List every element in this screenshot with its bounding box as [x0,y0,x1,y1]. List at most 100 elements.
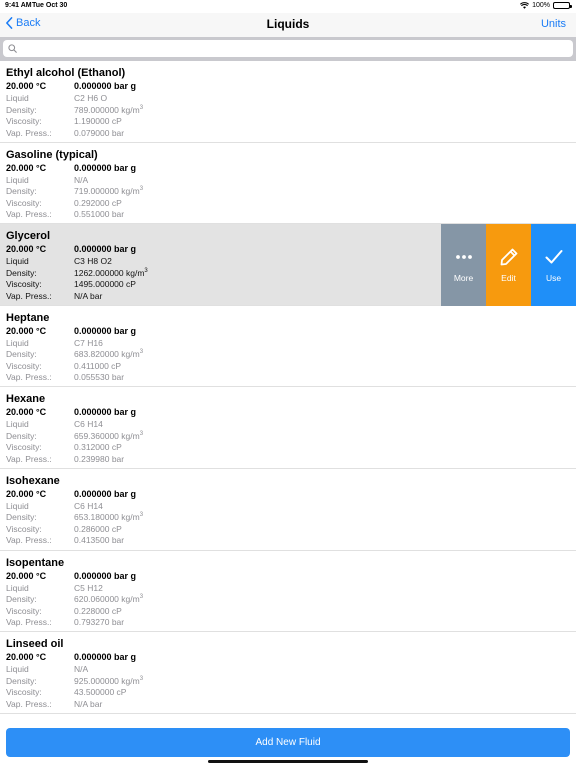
list-item-swiped[interactable]: Glycerol 20.000 °C 0.000000 bar g Liquid… [0,224,576,306]
fluid-formula: C7 H16 [74,337,103,348]
fluid-viscosity: 1495.000000 cP [74,279,136,290]
list-item[interactable]: Ethyl alcohol (Ethanol) 20.000 °C 0.0000… [0,61,576,143]
list-item[interactable]: Linseed oil 20.000 °C 0.000000 bar g Liq… [0,632,576,714]
list-item[interactable]: Hexane 20.000 °C 0.000000 bar g Liquid C… [0,387,576,469]
fluid-density: 719.000000 kg/m3 [74,186,144,197]
fluid-formula: N/A [74,174,89,185]
fluid-pressure: 0.000000 bar g [74,652,137,663]
fluid-viscosity: 1.190000 cP [74,116,122,126]
phase-label: Liquid [6,256,29,267]
vap-press-label: Vap. Press.: [6,372,52,383]
search-box[interactable] [3,40,573,57]
fluid-name: Isopentane [6,556,65,569]
vap-press-label: Vap. Press.: [6,290,52,301]
more-label: More [453,272,474,283]
phase-label: Liquid [6,500,29,511]
fluid-vap-press: 0.055530 bar [74,372,125,383]
fluid-density: 925.000000 kg/m3 [74,675,144,686]
list-item[interactable]: Isohexane 20.000 °C 0.000000 bar g Liqui… [0,468,576,551]
fluid-vap-press: N/A bar [74,698,103,709]
vap-press-label: Vap. Press.: [6,127,52,138]
fluid-name: Gasoline (typical) [6,148,98,161]
fluid-viscosity: 0.312000 cP [74,442,122,453]
viscosity-label: Viscosity: [6,442,42,453]
fluid-temperature: 20.000 °C [6,488,47,499]
fluid-formula: C6 H14 [74,419,103,430]
edit-label: Edit [501,272,516,283]
fluid-temperature: 20.000 °C [6,570,47,581]
units-button[interactable]: Units [541,18,566,30]
fluid-formula: C6 H14 [74,500,103,511]
navigation-bar: Back Liquids Units [0,13,576,37]
density-label: Density: [6,512,37,523]
fluid-viscosity: 0.292000 cP [74,197,122,208]
density-label: Density: [6,594,37,605]
edit-button[interactable]: Edit [486,224,531,306]
density-label: Density: [6,186,37,197]
viscosity-label: Viscosity: [6,116,42,126]
status-right: 100% [520,2,572,9]
fluid-name: Hexane [6,393,46,406]
more-button[interactable]: More [441,224,486,306]
list-item[interactable]: Isopentane 20.000 °C 0.000000 bar g Liqu… [0,550,576,633]
checkmark-icon [545,249,562,264]
density-label: Density: [6,430,37,441]
fluid-name: Heptane [6,311,50,324]
fluid-pressure: 0.000000 bar g [74,325,137,336]
search-bar [0,37,576,61]
viscosity-label: Viscosity: [6,360,42,371]
fluid-pressure: 0.000000 bar g [74,244,137,255]
fluid-name: Isohexane [6,474,60,487]
swipe-actions: More Edit Use [441,224,576,306]
fluid-pressure: 0.000000 bar g [74,81,137,91]
fluid-temperature: 20.000 °C [6,81,47,91]
fluid-vap-press: 0.239980 bar [74,453,125,464]
fluid-density: 683.820000 kg/m3 [74,349,144,360]
search-input[interactable] [21,40,561,57]
use-button[interactable]: Use [531,224,576,306]
status-bar: 9:41 AM Tue Oct 30 100% [0,0,576,13]
wifi-icon [520,2,530,9]
fluid-pressure: 0.000000 bar g [74,162,137,173]
pencil-icon [500,248,517,266]
density-label: Density: [6,349,37,360]
vap-press-label: Vap. Press.: [6,617,52,628]
home-indicator [208,760,368,763]
fluid-density: 620.060000 kg/m3 [74,594,144,605]
fluid-temperature: 20.000 °C [6,325,47,336]
viscosity-label: Viscosity: [6,605,42,616]
list-item[interactable]: Gasoline (typical) 20.000 °C 0.000000 ba… [0,142,576,225]
search-icon [8,44,17,53]
fluid-density: 653.180000 kg/m3 [74,512,144,523]
fluid-list: Ethyl alcohol (Ethanol) 20.000 °C 0.0000… [0,61,576,714]
add-new-fluid-button[interactable]: Add New Fluid [6,728,570,757]
fluid-viscosity: 0.228000 cP [74,605,122,616]
fluid-viscosity: 43.500000 cP [74,687,127,698]
viscosity-label: Viscosity: [6,197,42,208]
use-label: Use [545,272,562,283]
fluid-temperature: 20.000 °C [6,244,47,255]
fluid-vap-press: 0.413500 bar [74,535,125,546]
fluid-density: 789.000000 kg/m3 [74,104,144,115]
fluid-name: Linseed oil [6,638,64,651]
fluid-formula: C3 H8 O2 [74,256,112,267]
ellipsis-icon [455,255,472,259]
fluid-density: 659.360000 kg/m3 [74,430,144,441]
viscosity-label: Viscosity: [6,523,42,534]
vap-press-label: Vap. Press.: [6,535,52,546]
phase-label: Liquid [6,337,29,348]
status-date: Tue Oct 30 [32,2,68,9]
list-item[interactable]: Heptane 20.000 °C 0.000000 bar g Liquid … [0,305,576,388]
battery-percent: 100% [532,2,550,9]
status-time: 9:41 AM [5,2,32,9]
page-title: Liquids [266,17,310,31]
fluid-temperature: 20.000 °C [6,652,47,663]
fluid-vap-press: 0.793270 bar [74,617,125,628]
fluid-name: Ethyl alcohol (Ethanol) [6,67,126,79]
fluid-formula: C5 H12 [74,582,103,593]
fluid-pressure: 0.000000 bar g [74,570,137,581]
density-label: Density: [6,675,37,686]
fluid-formula: C2 H6 O [74,93,108,103]
fluid-temperature: 20.000 °C [6,162,47,173]
vap-press-label: Vap. Press.: [6,209,52,220]
